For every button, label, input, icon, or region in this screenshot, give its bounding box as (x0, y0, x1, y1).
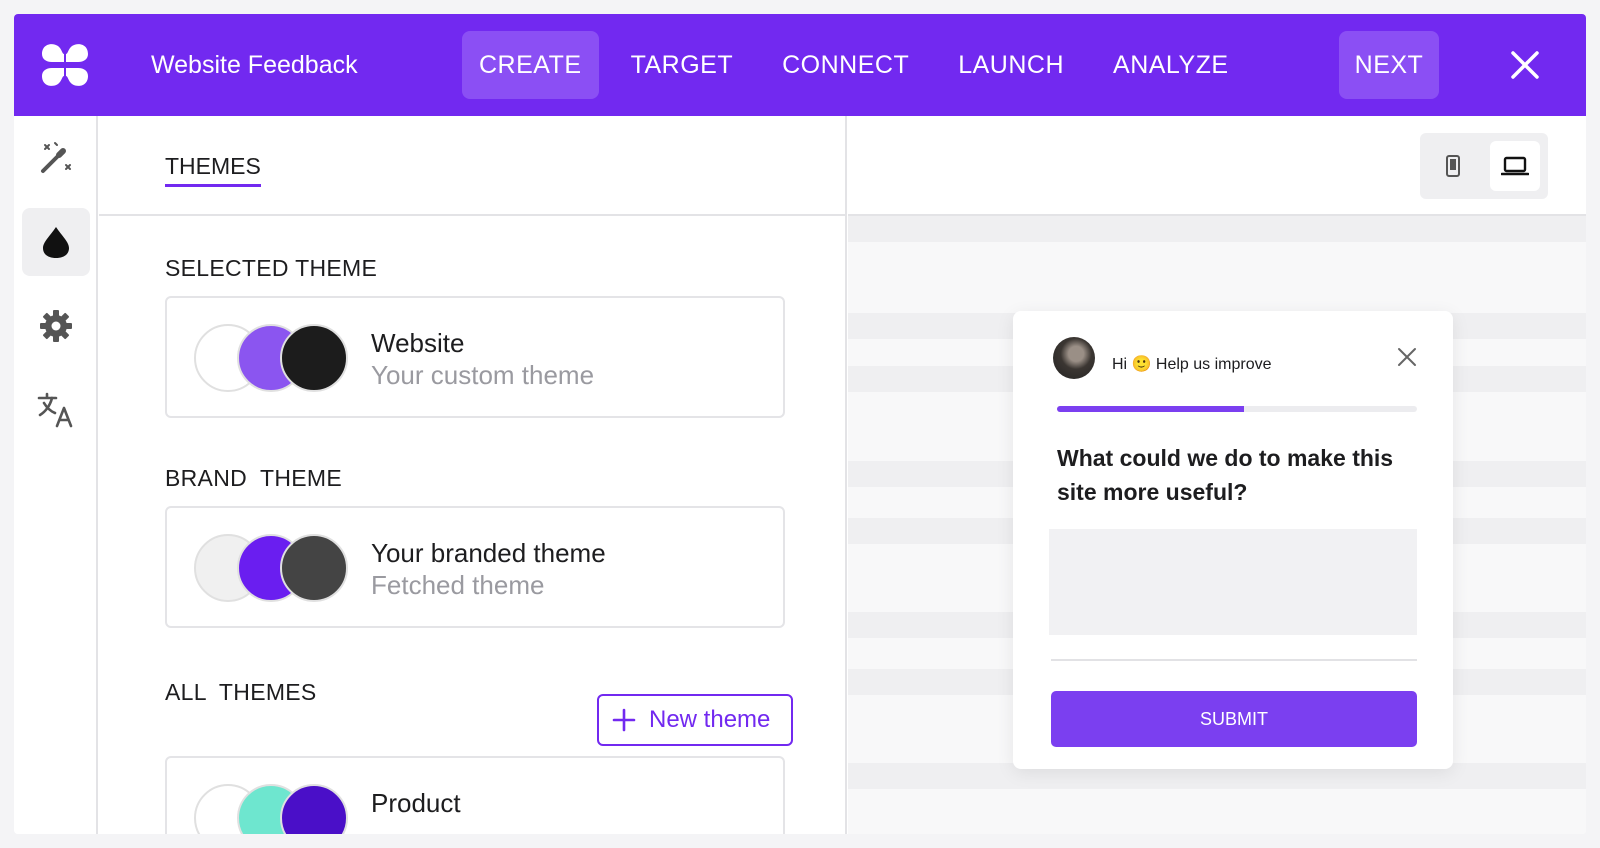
brand-theme-heading: BRAND THEME (165, 465, 342, 491)
swatch (280, 324, 348, 392)
preview-area: Hi 🙂 Help us improve What could we do to… (848, 116, 1586, 834)
color-swatches (194, 534, 350, 602)
divider (1051, 659, 1417, 661)
rail-item-translate[interactable] (22, 376, 90, 444)
drop-icon (43, 227, 69, 258)
app-window: Website Feedback CREATE TARGET CONNECT L… (14, 14, 1586, 834)
magic-wand-icon (41, 142, 71, 173)
step-nav: CREATE TARGET CONNECT LAUNCH ANALYZE (462, 31, 1261, 99)
mobile-view-button[interactable] (1428, 141, 1478, 191)
gear-icon (40, 310, 72, 342)
rail-item-editor[interactable] (22, 124, 90, 192)
theme-name: Website (371, 328, 465, 358)
theme-name: Your branded theme (371, 538, 606, 568)
widget-greeting: Hi 🙂 Help us improve (1112, 356, 1272, 373)
mobile-icon (1446, 155, 1460, 177)
plus-icon (599, 696, 649, 744)
rail-item-settings[interactable] (22, 292, 90, 360)
tab-themes[interactable]: THEMES (165, 152, 261, 187)
theme-subtitle: Fetched theme (371, 570, 545, 600)
progress-bar (1057, 406, 1417, 412)
panel-header: THEMES (99, 116, 847, 216)
placeholder-line (848, 216, 1586, 242)
app-title: Website Feedback (151, 51, 358, 79)
all-themes-heading: ALL THEMES (165, 679, 317, 705)
answer-field[interactable] (1049, 529, 1417, 635)
top-bar: Website Feedback CREATE TARGET CONNECT L… (14, 14, 1586, 116)
color-swatches (194, 784, 350, 834)
device-toggle (1420, 133, 1548, 199)
color-swatches (194, 324, 350, 392)
close-icon[interactable] (1506, 46, 1544, 84)
theme-card-product[interactable]: Product (165, 756, 785, 834)
laptop-icon (1501, 156, 1529, 176)
selected-theme-card[interactable]: Website Your custom theme (165, 296, 785, 418)
tab-analyze[interactable]: ANALYZE (1096, 31, 1246, 99)
progress-fill (1057, 406, 1245, 412)
submit-button[interactable]: SUBMIT (1051, 691, 1417, 747)
tab-create[interactable]: CREATE (462, 31, 599, 99)
next-button[interactable]: NEXT (1339, 31, 1439, 99)
new-theme-button[interactable]: New theme (597, 694, 793, 746)
rail-item-theme[interactable] (22, 208, 90, 276)
brand-theme-card[interactable]: Your branded theme Fetched theme (165, 506, 785, 628)
avatar (1053, 337, 1095, 379)
themes-panel: THEMES SELECTED THEME Website Your custo… (99, 116, 847, 834)
new-theme-label: New theme (649, 706, 771, 733)
tab-target[interactable]: TARGET (614, 31, 751, 99)
swatch (280, 534, 348, 602)
close-icon[interactable] (1395, 345, 1419, 369)
theme-name: Product (371, 788, 461, 818)
survey-question: What could we do to make this site more … (1057, 445, 1394, 505)
preview-header (848, 116, 1586, 216)
translate-icon (37, 392, 73, 428)
selected-theme-heading: SELECTED THEME (165, 255, 378, 281)
logo-icon (42, 44, 88, 86)
theme-subtitle: Your custom theme (371, 360, 595, 390)
tab-launch[interactable]: LAUNCH (941, 31, 1081, 99)
desktop-view-button[interactable] (1490, 141, 1540, 191)
tab-connect[interactable]: CONNECT (765, 31, 926, 99)
survey-widget: Hi 🙂 Help us improve What could we do to… (1013, 311, 1453, 769)
side-rail (14, 116, 98, 834)
